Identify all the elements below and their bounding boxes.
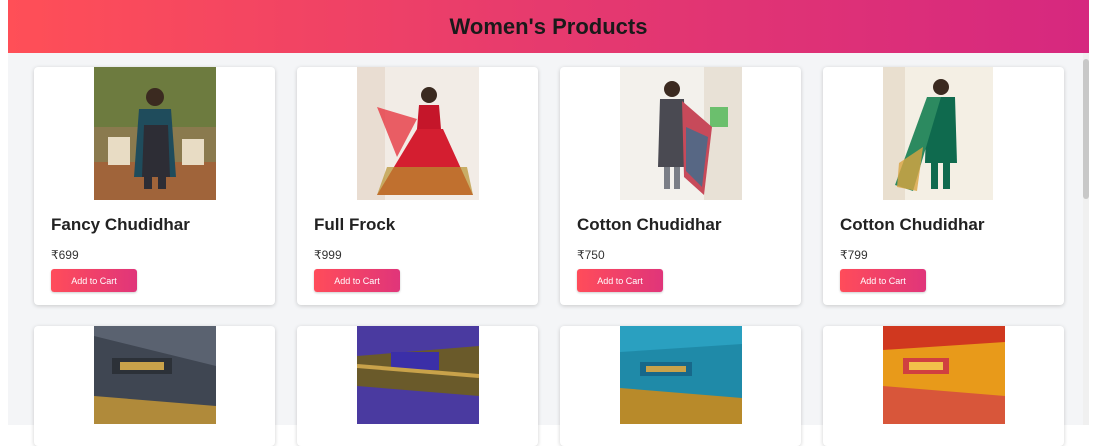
product-card[interactable]: Full Frock ₹999 Add to Cart	[297, 67, 538, 305]
scrollbar[interactable]	[1083, 53, 1089, 425]
product-name: Cotton Chudidhar	[840, 215, 985, 234]
add-to-cart-button[interactable]: Add to Cart	[840, 269, 926, 292]
product-image[interactable]	[883, 67, 1005, 200]
product-image[interactable]	[620, 67, 742, 200]
product-name: Cotton Chudidhar	[577, 215, 722, 234]
product-name: Full Frock	[314, 215, 396, 234]
product-image[interactable]	[94, 326, 216, 424]
product-card[interactable]: Cotton Chudidhar ₹750 Add to Cart	[560, 67, 801, 305]
product-image[interactable]	[883, 326, 1005, 424]
scrollbar-thumb[interactable]	[1083, 59, 1089, 199]
product-image[interactable]	[620, 326, 742, 424]
product-card[interactable]	[823, 326, 1064, 446]
page: Women's Products Fancy Chudidhar ₹699 Ad…	[8, 0, 1089, 446]
product-price: ₹699	[51, 248, 79, 262]
product-price: ₹799	[840, 248, 868, 262]
product-card[interactable]: Fancy Chudidhar ₹699 Add to Cart	[34, 67, 275, 305]
product-image[interactable]	[94, 67, 216, 200]
page-title: Women's Products	[449, 13, 648, 39]
add-to-cart-button[interactable]: Add to Cart	[314, 269, 400, 292]
product-image[interactable]	[357, 67, 479, 200]
product-card[interactable]	[297, 326, 538, 446]
product-price: ₹999	[314, 248, 342, 262]
product-price: ₹750	[577, 248, 605, 262]
add-to-cart-button[interactable]: Add to Cart	[51, 269, 137, 292]
product-name: Fancy Chudidhar	[51, 215, 190, 234]
page-header: Women's Products	[8, 0, 1089, 53]
product-card[interactable]	[34, 326, 275, 446]
product-image[interactable]	[357, 326, 479, 424]
product-card[interactable]	[560, 326, 801, 446]
add-to-cart-button[interactable]: Add to Cart	[577, 269, 663, 292]
product-card[interactable]: Cotton Chudidhar ₹799 Add to Cart	[823, 67, 1064, 305]
